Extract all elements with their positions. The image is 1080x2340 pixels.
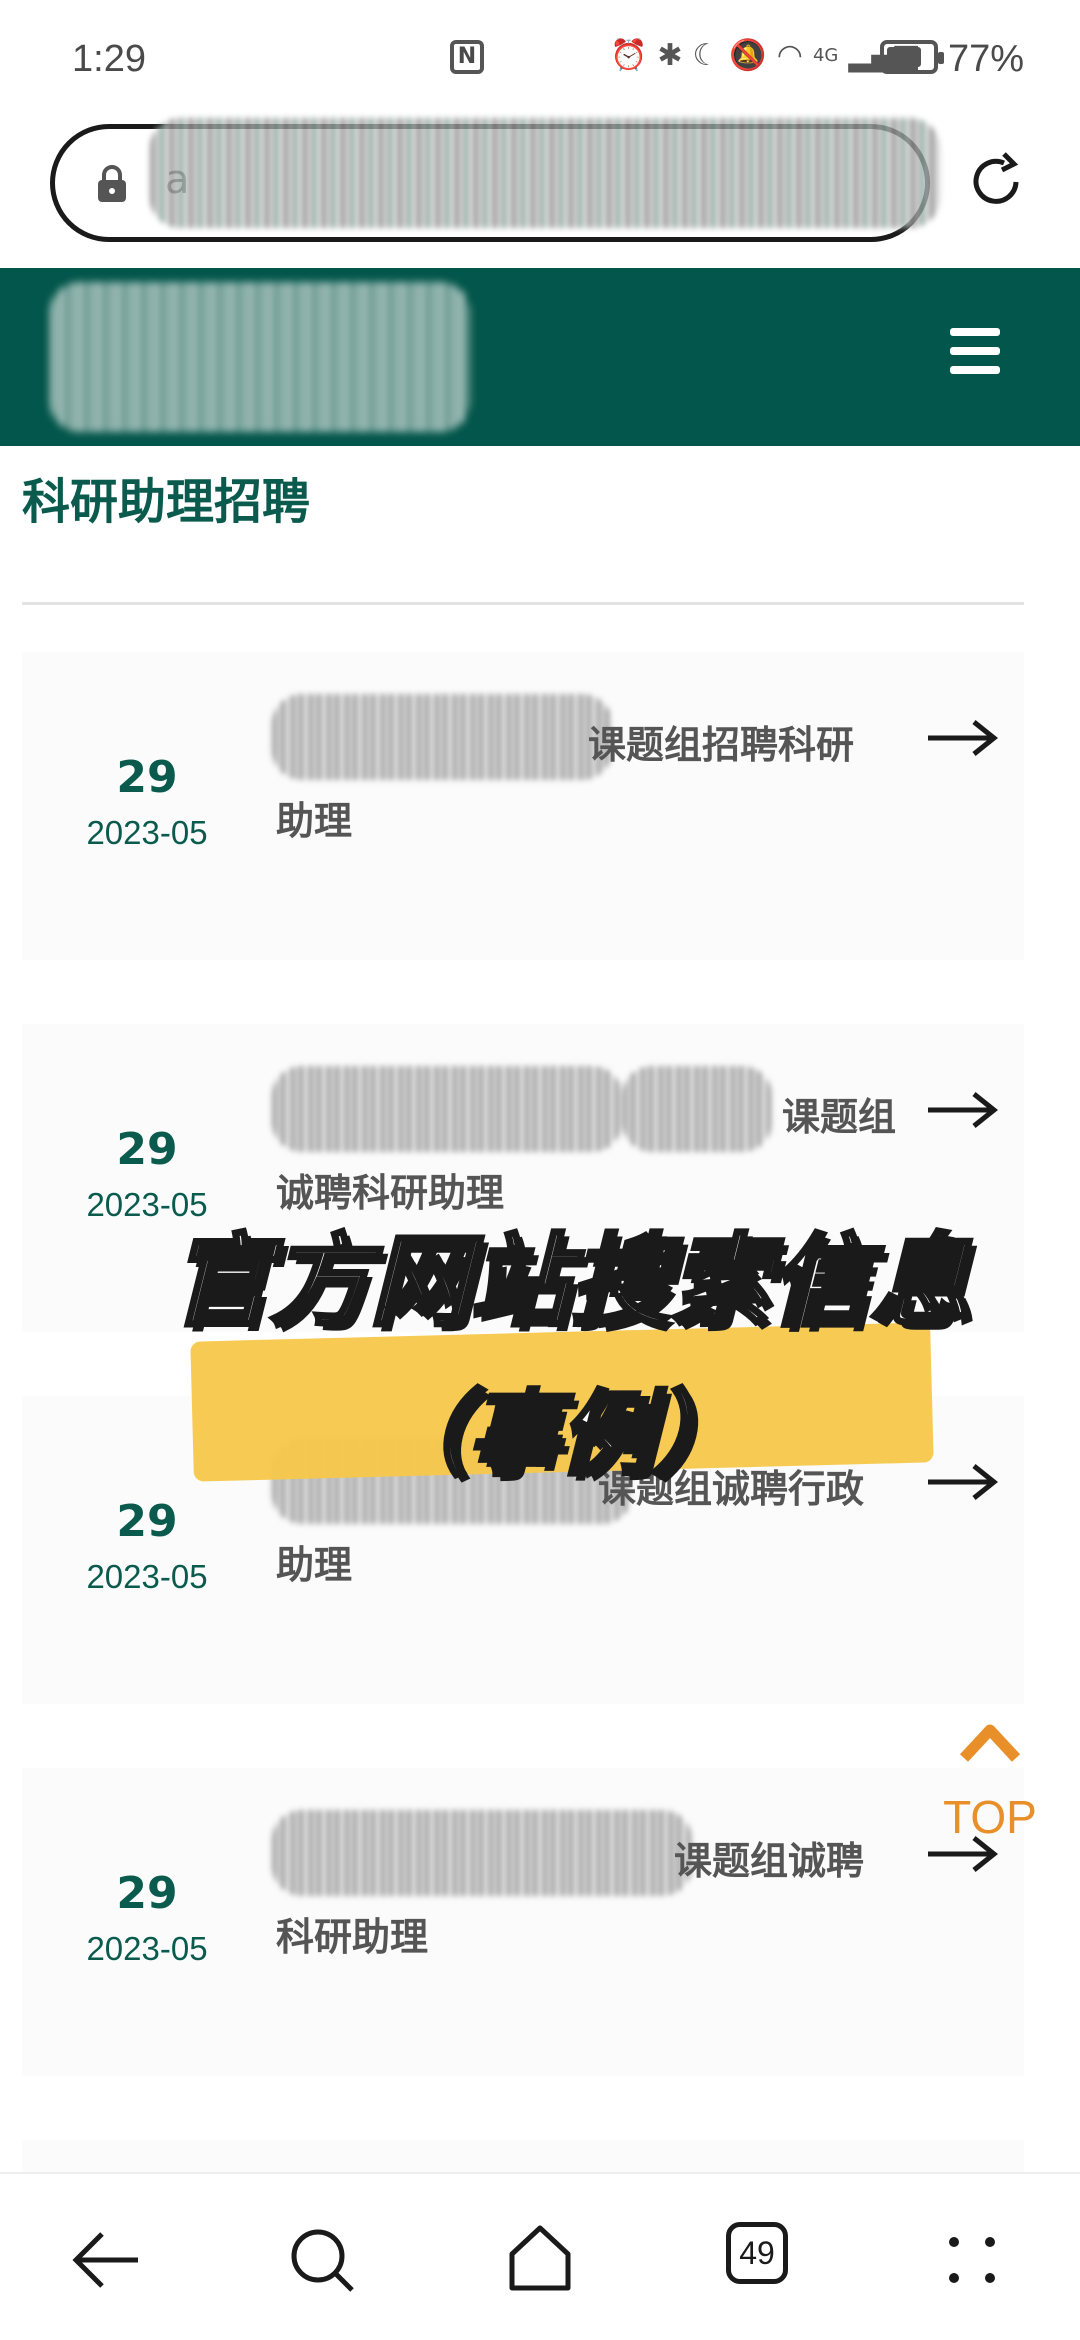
more-icon[interactable] [932, 2220, 1012, 2300]
item-title-redacted [272, 1810, 692, 1896]
reload-icon[interactable] [964, 150, 1028, 214]
divider [22, 602, 1024, 605]
alarm-icon: ⏰ [610, 38, 648, 73]
item-day: 29 [116, 1496, 178, 1547]
back-icon[interactable] [68, 2220, 148, 2300]
item-year-month: 2023-05 [86, 814, 208, 851]
search-icon[interactable] [282, 2220, 362, 2300]
moon-icon: ☾ [692, 38, 720, 73]
site-header [0, 268, 1080, 446]
item-title-redacted [272, 1066, 622, 1152]
item-day: 29 [116, 752, 178, 803]
url-redacted [150, 118, 940, 228]
item-day: 29 [116, 1124, 178, 1175]
item-title-line1: 课题组诚聘 [674, 1839, 865, 1883]
screen: 1:29 N ⏰ ✱ ☾ 🔕 ◠ 4G ▂▄▆ 77% a [0, 0, 1080, 2340]
status-bar: 1:29 N ⏰ ✱ ☾ 🔕 ◠ 4G ▂▄▆ 77% [0, 0, 1080, 120]
section-title: 科研助理招聘 [22, 474, 311, 530]
wifi-icon: ◠ [776, 38, 803, 73]
item-title-line2: 科研助理 [276, 1915, 429, 1959]
item-day: 29 [116, 1868, 178, 1919]
menu-icon[interactable] [950, 328, 1000, 376]
chevron-up-icon [959, 1724, 1021, 1762]
item-title-line1: 课题组招聘科研 [588, 723, 855, 767]
overlay-caption-line2: （事例） [374, 1379, 746, 1490]
mute-icon: 🔕 [729, 38, 767, 73]
status-time: 1:29 [72, 38, 146, 80]
nfc-icon: N [450, 40, 484, 74]
lock-icon [98, 165, 126, 202]
item-title-redacted [622, 1066, 772, 1152]
list-item[interactable]: 29 2023-05 课题组诚聘 科研助理 [22, 1768, 1024, 2076]
tab-count-button[interactable]: 49 [726, 2222, 788, 2284]
item-title-line1: 课题组 [782, 1095, 897, 1139]
arrow-right-icon [928, 1092, 998, 1128]
back-to-top-button[interactable]: TOP [940, 1720, 1050, 1850]
battery-icon [880, 40, 944, 74]
item-title-redacted [272, 694, 612, 780]
battery-percent: 77% [948, 38, 1025, 80]
site-logo-redacted[interactable] [50, 282, 470, 432]
item-title-line2: 助理 [276, 799, 353, 843]
item-year-month: 2023-05 [86, 1930, 208, 1967]
status-icons: ⏰ ✱ ☾ 🔕 ◠ 4G ▂▄▆ [610, 38, 918, 73]
network-label: 4G [812, 45, 839, 66]
item-year-month: 2023-05 [86, 1558, 208, 1595]
bluetooth-icon: ✱ [657, 38, 683, 73]
list-item[interactable]: 29 2023-05 课题组招聘科研 助理 [22, 652, 1024, 960]
battery-fill [887, 47, 921, 67]
item-title-line2: 助理 [276, 1543, 353, 1587]
home-icon[interactable] [500, 2218, 580, 2298]
overlay-caption-line1: 官方网站搜索信息 [168, 1221, 972, 1342]
top-label: TOP [943, 1791, 1037, 1843]
arrow-right-icon [928, 720, 998, 756]
